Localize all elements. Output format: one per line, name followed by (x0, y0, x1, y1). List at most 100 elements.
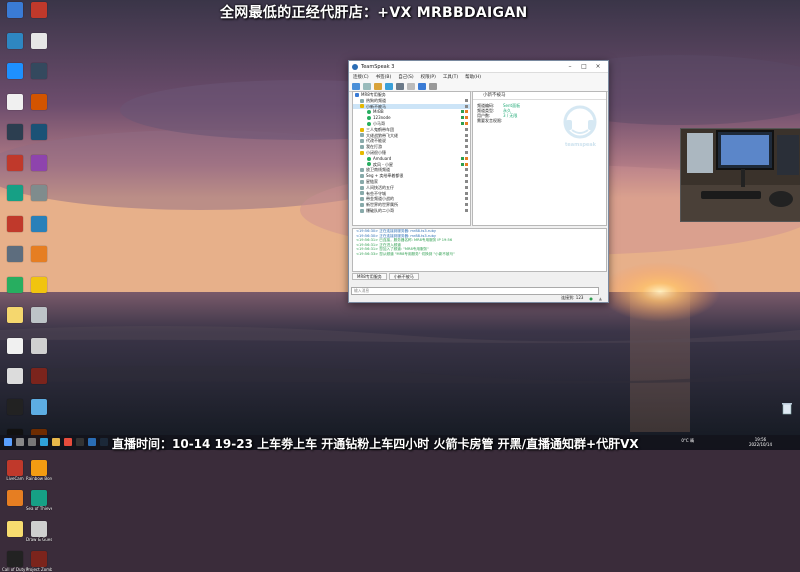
bookmark-icon[interactable] (407, 82, 415, 90)
desktop-icon-label: Call of Duty Modern... (2, 567, 28, 572)
menu-self[interactable]: 自己(S) (398, 74, 413, 80)
app-icon (31, 337, 47, 354)
away-icon[interactable] (374, 82, 382, 90)
desktop-icon[interactable] (2, 215, 28, 232)
chrome-icon[interactable] (64, 438, 72, 446)
channel-icon (360, 98, 364, 103)
identity-icon[interactable] (418, 82, 426, 90)
desktop-icon[interactable]: Rainbow Borders (26, 459, 52, 481)
menu-connect[interactable]: 连接(C) (353, 74, 369, 80)
status-bar: 连接到: 123 ● ▲ (349, 294, 608, 302)
desktop-icon[interactable] (26, 185, 52, 201)
channel-icon (360, 179, 364, 184)
close-button[interactable]: × (591, 63, 605, 70)
obs-icon[interactable] (76, 438, 84, 446)
desktop-icon[interactable] (2, 490, 28, 506)
menu-bookmarks[interactable]: 书签(B) (376, 74, 392, 80)
title-bar[interactable]: TeamSpeak 3 – □ × (349, 61, 608, 73)
row-flags (464, 208, 468, 212)
desktop-icon[interactable] (2, 93, 28, 110)
desktop-icon[interactable] (26, 154, 52, 171)
channel-row[interactable]: 爆破队的二小哥 (353, 208, 470, 214)
channel-icon (360, 127, 364, 132)
window-title: TeamSpeak 3 (361, 63, 395, 70)
teamspeak-taskbar-icon[interactable] (88, 438, 96, 446)
recycle-bin-icon[interactable] (778, 401, 796, 417)
row-flags (464, 168, 468, 172)
tab-server-chat[interactable]: MR8专用服务 (352, 273, 387, 280)
row-flags (464, 133, 468, 137)
desktop-icon[interactable]: Draw & Guess (26, 520, 52, 542)
app-icon (31, 551, 47, 567)
desktop-icon[interactable] (2, 398, 28, 415)
desktop-icon[interactable] (2, 154, 28, 171)
desktop-icon[interactable] (2, 246, 28, 262)
desktop-icon[interactable] (2, 185, 28, 201)
desktop-icon[interactable] (26, 215, 52, 232)
tree-label: 爆破队的二小哥 (366, 207, 394, 213)
tab-channel-chat[interactable]: 小新不被马 (388, 273, 419, 280)
teamspeak-window[interactable]: TeamSpeak 3 – □ × 连接(C) 书签(B) 自己(S) 权限(P… (348, 60, 609, 303)
desktop-icon[interactable] (26, 124, 52, 140)
speaker-icon[interactable] (396, 82, 404, 90)
tray-clock[interactable]: 19:56 2022/10/14 (749, 437, 772, 447)
channel-info-panel: 小新不被马 频道编码: Sent面板 频道类型: 永久 用户数: 3 / 无限 需要发言权限… (472, 91, 607, 226)
app-icon (31, 185, 47, 201)
desktop-icon[interactable] (2, 124, 28, 140)
desktop-icon[interactable] (26, 337, 52, 354)
row-flags (460, 121, 468, 125)
row-flags (464, 98, 468, 102)
app-icon (7, 368, 23, 384)
desktop-icon[interactable]: Call of Duty Modern... (2, 551, 28, 572)
desktop-icon[interactable] (26, 63, 52, 79)
desktop-icon[interactable] (2, 337, 28, 354)
edge-icon[interactable] (40, 438, 48, 446)
connect-icon[interactable] (352, 82, 360, 90)
tray-weather[interactable]: 0°C 晴 (681, 438, 694, 444)
desktop-icon[interactable] (2, 63, 28, 79)
desktop-icon[interactable] (26, 246, 52, 262)
channel-icon (360, 197, 364, 202)
desktop-icon[interactable]: LiveCam (2, 459, 28, 481)
menu-help[interactable]: 帮助(H) (465, 74, 481, 80)
app-icon (31, 307, 47, 323)
desktop-icon[interactable] (2, 2, 28, 18)
app-icon (7, 246, 23, 262)
disconnect-icon[interactable] (363, 82, 371, 90)
search-icon[interactable] (16, 438, 24, 446)
app-icon (7, 124, 23, 140)
desktop-icon[interactable] (2, 368, 28, 384)
desktop-icon[interactable]: Project Zomboid (26, 551, 52, 572)
app-icon (31, 32, 47, 49)
channel-tree[interactable]: MR8专用服务 热狗的频道 小新不被马 MrBB 123node 小马哥 三人鬼鹤带车团 大佬… (352, 91, 471, 226)
app-icon (31, 398, 47, 415)
steam-icon[interactable] (100, 438, 108, 446)
folder-icon[interactable] (52, 438, 60, 446)
desktop-icon[interactable] (26, 2, 52, 18)
menu-permissions[interactable]: 权限(P) (421, 74, 436, 80)
desktop-icon[interactable] (26, 32, 52, 49)
desktop-icon[interactable] (26, 93, 52, 110)
microphone-icon[interactable] (385, 82, 393, 90)
maximize-button[interactable]: □ (577, 63, 591, 70)
settings-icon[interactable] (429, 82, 437, 90)
desktop-icon[interactable] (26, 398, 52, 415)
menu-tools[interactable]: 工具(T) (443, 74, 458, 80)
desktop-icon[interactable] (26, 307, 52, 323)
desktop-icon[interactable] (2, 307, 28, 323)
app-icon (7, 459, 23, 476)
minimize-button[interactable]: – (563, 63, 577, 70)
desktop-icon[interactable] (26, 368, 52, 384)
app-icon (7, 490, 23, 506)
desktop-icon[interactable] (2, 276, 28, 293)
desktop-icon[interactable]: Sea of Thieves (26, 490, 52, 511)
status-warning-icon: ▲ (598, 295, 602, 301)
desktop-icon[interactable] (26, 276, 52, 293)
row-flags (464, 145, 468, 149)
taskview-icon[interactable] (28, 438, 36, 446)
start-button[interactable] (4, 438, 12, 446)
desktop-icon[interactable] (2, 520, 28, 537)
desktop-icon-label: Sea of Thieves (26, 506, 52, 511)
chat-tabs: MR8专用服务 小新不被马 (352, 273, 421, 280)
desktop-icon[interactable] (2, 32, 28, 49)
